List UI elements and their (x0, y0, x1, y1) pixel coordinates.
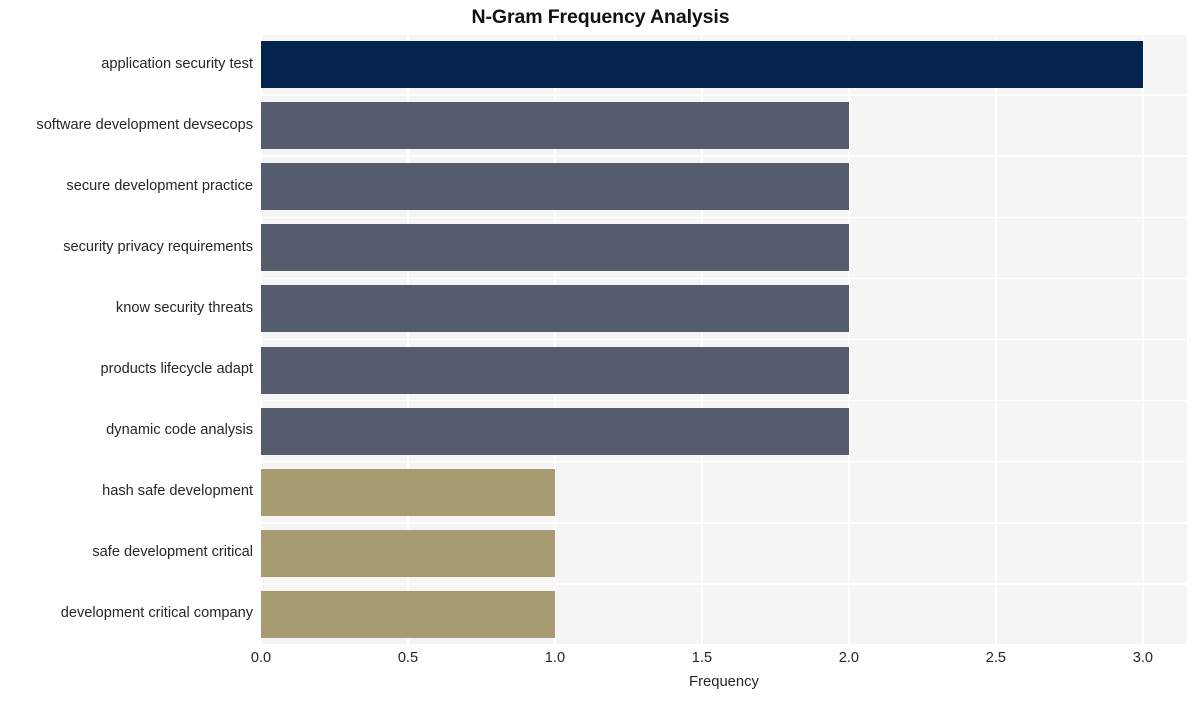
y-axis-tick-label: application security test (101, 55, 253, 72)
x-axis-tick-label: 2.0 (838, 650, 860, 666)
x-axis-tick-label: 2.5 (985, 650, 1007, 666)
horizontal-gridline (261, 338, 1187, 341)
y-axis-tick-label: security privacy requirements (63, 238, 253, 255)
horizontal-gridline (261, 522, 1187, 524)
x-axis-tick-label: 0.0 (250, 650, 272, 666)
x-axis-tick-label: 1.5 (691, 650, 713, 666)
horizontal-gridline (261, 155, 1187, 157)
y-axis-tick-label: dynamic code analysis (106, 422, 253, 439)
horizontal-gridline (261, 460, 1187, 463)
plot-area (260, 33, 1187, 646)
bar[interactable] (261, 529, 555, 577)
bar[interactable] (261, 346, 849, 394)
bar[interactable] (261, 468, 555, 516)
bar[interactable] (261, 102, 849, 150)
y-axis-tick-label: secure development practice (66, 177, 253, 194)
y-axis-tick-label: products lifecycle adapt (100, 361, 253, 378)
bar[interactable] (261, 224, 849, 272)
horizontal-gridline (261, 583, 1187, 585)
y-axis-tick-label: know security threats (115, 299, 253, 316)
x-axis-tick-label: 0.5 (397, 650, 419, 666)
x-axis-tick-label: 1.0 (544, 650, 566, 666)
y-axis-tick-label: hash safe development (102, 483, 253, 500)
horizontal-gridline (261, 399, 1187, 402)
bar[interactable] (261, 590, 555, 638)
bar[interactable] (261, 407, 849, 455)
x-axis-tick-label: 3.0 (1132, 650, 1154, 666)
y-axis-tick-label: software development devsecops (36, 116, 253, 133)
horizontal-gridline (261, 33, 1187, 35)
x-axis-tick-labels: 0.0 0.5 1.0 1.5 2.0 2.5 3.0 (0, 651, 1201, 673)
horizontal-gridline (261, 277, 1187, 280)
horizontal-gridline (261, 216, 1187, 219)
horizontal-gridline (261, 644, 1187, 646)
bar[interactable] (261, 163, 849, 211)
y-axis-tick-label: safe development critical (92, 544, 253, 561)
y-axis-tick-labels: application security test software develo… (0, 0, 253, 701)
x-axis-title: Frequency (689, 674, 759, 690)
bar[interactable] (261, 285, 849, 333)
y-axis-tick-label: development critical company (60, 605, 253, 622)
bar[interactable] (261, 41, 1143, 89)
chart-figure: N-Gram Frequency Analysis application se… (0, 0, 1201, 701)
horizontal-gridline (261, 94, 1187, 96)
